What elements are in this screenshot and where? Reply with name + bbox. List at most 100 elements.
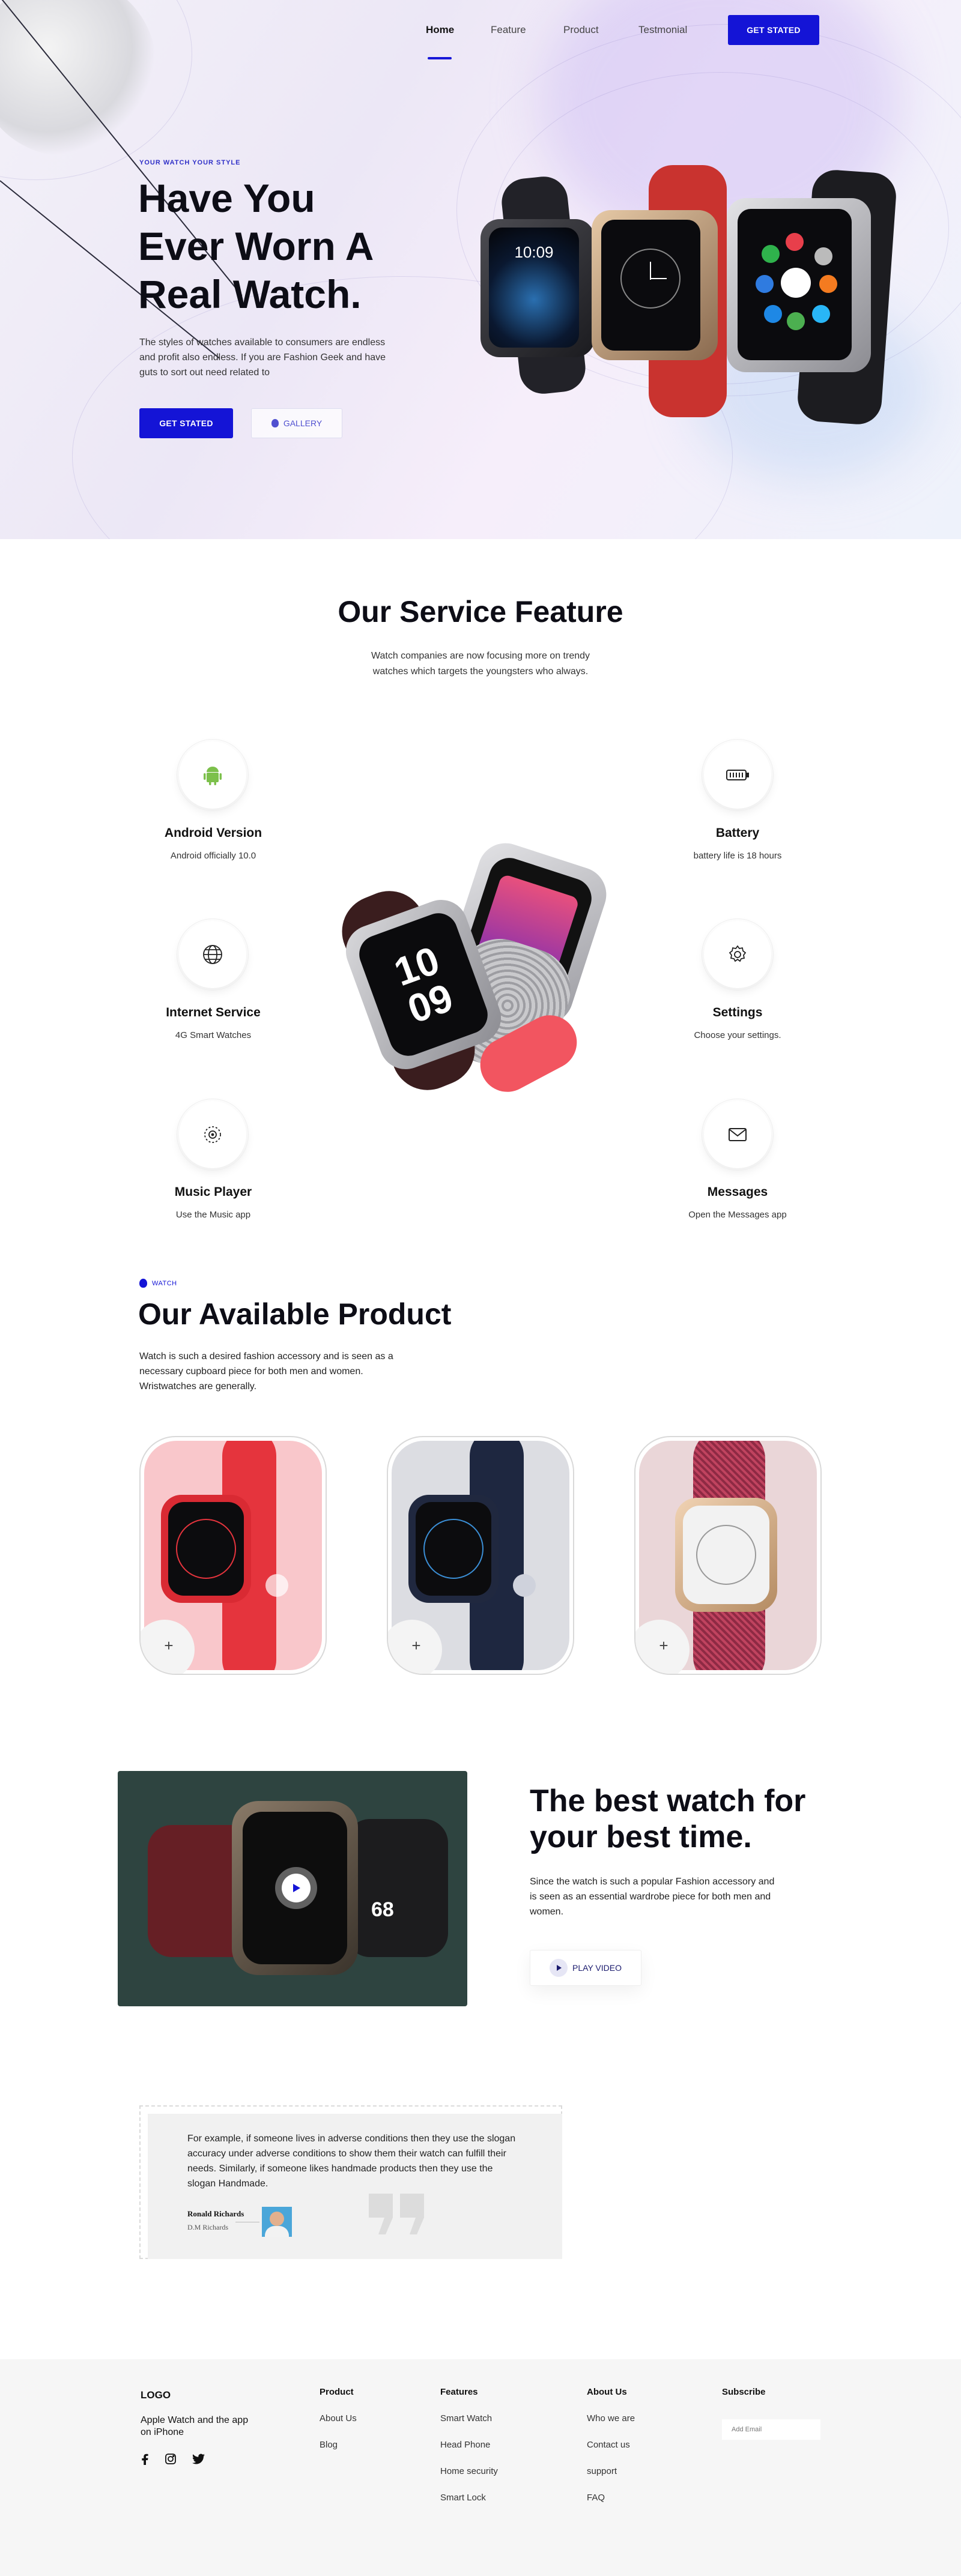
products-description-line: necessary cupboard piece for both men an…: [139, 1366, 363, 1377]
battery-icon: [726, 770, 749, 780]
testimonial-quote: For example, if someone lives in adverse…: [187, 2134, 516, 2189]
avatar: [262, 2207, 292, 2237]
video-description: Since the watch is such a popular Fashio…: [530, 1877, 775, 1917]
hero-title-line: Ever Worn A: [138, 224, 374, 268]
hero-description: The styles of watches available to consu…: [139, 337, 386, 378]
app-icon: [756, 275, 774, 293]
footer-link[interactable]: Smart Watch: [440, 2413, 492, 2424]
product-card[interactable]: +: [634, 1436, 822, 1675]
music-icon: [204, 1126, 221, 1143]
feature-desc: 4G Smart Watches: [175, 1030, 252, 1040]
hero-title: Have You Ever Worn A Real Watch.: [138, 174, 450, 318]
hero-title-line: Have You: [138, 176, 315, 220]
video-title-line: The best watch for: [530, 1784, 806, 1818]
watch-readout: 68: [371, 1898, 394, 1921]
app-icon: [819, 275, 837, 293]
products-title: Our Available Product: [138, 1297, 452, 1331]
nav-get-started-button[interactable]: GET STATED: [728, 15, 819, 45]
app-icon: [762, 245, 780, 263]
nav-feature[interactable]: Feature: [491, 24, 526, 36]
play-icon: [293, 1884, 300, 1892]
footer-logo[interactable]: LOGO: [141, 2389, 171, 2401]
products-description-line: Wristwatches are generally.: [139, 1381, 257, 1392]
feature-title: Music Player: [174, 1185, 252, 1199]
footer-link[interactable]: Home security: [440, 2466, 498, 2476]
footer-link[interactable]: Blog: [320, 2440, 338, 2450]
product-card[interactable]: +: [139, 1436, 327, 1675]
hero-title-line: Real Watch.: [138, 272, 362, 316]
band-pin: [265, 1574, 288, 1597]
service-subtitle-line: Watch companies are now focusing more on…: [371, 651, 590, 661]
plus-icon: +: [164, 1636, 174, 1654]
app-icon: [764, 305, 782, 323]
footer-link[interactable]: About Us: [320, 2413, 357, 2424]
analog-dial: [696, 1525, 756, 1585]
feature-title: Android Version: [164, 826, 262, 840]
watch-screen: [738, 209, 852, 360]
music-feature-icon[interactable]: [177, 1099, 249, 1171]
messages-feature-icon[interactable]: [702, 1099, 774, 1171]
internet-feature-icon[interactable]: [177, 918, 249, 991]
app-icon: [786, 233, 804, 251]
nav-product[interactable]: Product: [563, 24, 599, 36]
app-icon: [814, 247, 832, 265]
watch-case: [592, 210, 718, 360]
instagram-icon[interactable]: [165, 2453, 177, 2465]
analog-dial: [423, 1519, 484, 1579]
product-card[interactable]: +: [387, 1436, 574, 1675]
nav-home[interactable]: Home: [426, 24, 454, 36]
plus-icon: +: [659, 1636, 668, 1654]
video-thumbnail[interactable]: 68: [118, 1771, 467, 2006]
android-feature-icon[interactable]: [177, 739, 249, 811]
social-links: [141, 2453, 205, 2465]
feature-desc: Choose your settings.: [694, 1030, 781, 1040]
play-icon-circle: [550, 1959, 568, 1977]
gear-icon: [729, 945, 747, 962]
app-icon: [812, 305, 830, 323]
nav-testimonial[interactable]: Testmonial: [638, 24, 687, 36]
gallery-button[interactable]: GALLERY: [251, 408, 342, 438]
footer-link[interactable]: Who we are: [587, 2413, 635, 2424]
twitter-icon[interactable]: [192, 2454, 205, 2464]
watch-screen: 10:09: [489, 228, 579, 348]
product-badge-label: WATCH: [152, 1279, 177, 1287]
subscribe-heading: Subscribe: [722, 2387, 766, 2397]
video-play-button[interactable]: [275, 1867, 317, 1909]
hero-tagline: YOUR WATCH YOUR STYLE: [139, 159, 241, 166]
footer-link[interactable]: Contact us: [587, 2440, 630, 2450]
battery-feature-icon[interactable]: [702, 739, 774, 811]
play-video-label: PLAY VIDEO: [572, 1963, 622, 1973]
hero-section: Home Feature Product Testmonial GET STAT…: [0, 0, 961, 539]
product-badge: WATCH: [139, 1279, 177, 1288]
watch-time: 10:09: [514, 243, 554, 261]
feature-desc: battery life is 18 hours: [693, 851, 782, 861]
footer-link[interactable]: Head Phone: [440, 2440, 490, 2450]
app-icon: [787, 312, 805, 330]
watch-case: [161, 1495, 251, 1603]
facebook-icon[interactable]: [141, 2453, 149, 2465]
play-video-button[interactable]: PLAY VIDEO: [530, 1950, 641, 1986]
band-pin: [513, 1574, 536, 1597]
hero-get-started-button[interactable]: GET STATED: [139, 408, 233, 438]
play-icon: [557, 1965, 562, 1971]
email-field[interactable]: [722, 2419, 820, 2440]
service-subtitle-line: watches which targets the youngsters who…: [372, 666, 589, 677]
service-title: Our Service Feature: [338, 595, 623, 629]
watch-case: [727, 198, 871, 372]
footer-link[interactable]: support: [587, 2466, 617, 2476]
envelope-icon: [729, 1128, 747, 1141]
watch-center-icon: [781, 268, 811, 298]
footer-link[interactable]: FAQ: [587, 2493, 605, 2503]
footer-link[interactable]: Smart Lock: [440, 2493, 486, 2503]
feature-desc: Use the Music app: [175, 1210, 251, 1220]
feature-title: Messages: [707, 1185, 768, 1199]
hero-watches-image: 10:09: [468, 165, 925, 426]
android-icon: [204, 767, 222, 785]
watch-case: [408, 1495, 499, 1603]
plus-icon: +: [411, 1636, 421, 1654]
watch-hand: [650, 278, 667, 279]
feature-title: Battery: [715, 826, 760, 840]
footer-tagline: Apple Watch and the app on iPhone: [141, 2415, 249, 2437]
watch-screen: [683, 1506, 769, 1604]
settings-feature-icon[interactable]: [702, 918, 774, 991]
